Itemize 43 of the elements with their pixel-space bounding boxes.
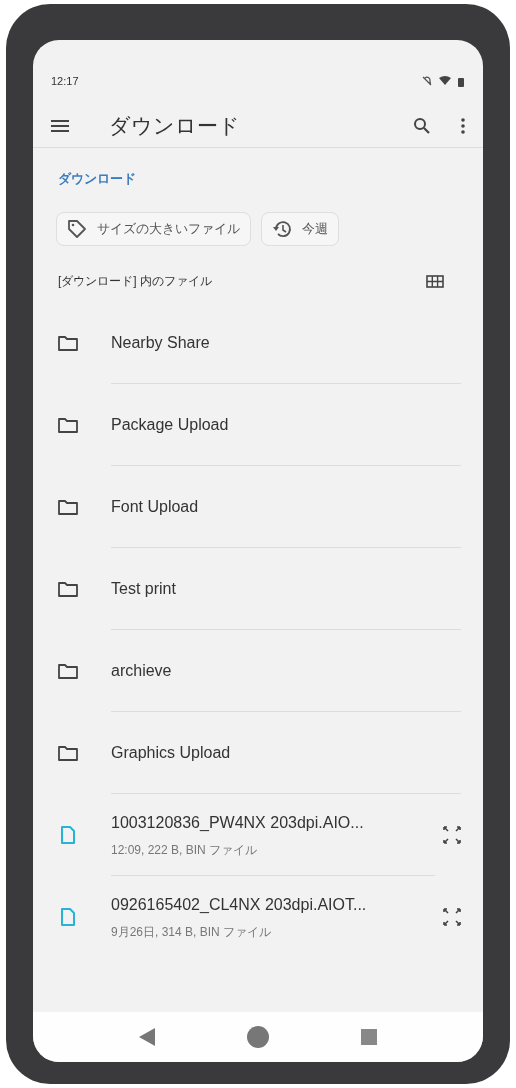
folder-row[interactable]: Package Upload <box>33 384 483 466</box>
folder-name: Test print <box>111 578 177 599</box>
folder-row[interactable]: archieve <box>33 630 483 712</box>
back-icon[interactable] <box>139 1028 155 1046</box>
search-icon[interactable] <box>413 116 431 135</box>
folder-name: Font Upload <box>111 496 200 517</box>
folder-icon <box>58 417 78 433</box>
grid-view-icon[interactable] <box>426 274 444 288</box>
expand-icon[interactable] <box>443 908 461 926</box>
section-header: [ダウンロード] 内のファイル <box>58 273 212 290</box>
file-name: 1003120836_PW4NX 203dpi.AIO... <box>111 812 365 833</box>
folder-name: Nearby Share <box>111 332 211 353</box>
folder-row[interactable]: Font Upload <box>33 466 483 548</box>
breadcrumb-link[interactable]: ダウンロード <box>58 171 136 186</box>
file-row[interactable]: 0926165402_CL4NX 203dpi.AIOT... 9月26日, 314 B, BIN ファイル <box>33 876 483 958</box>
expand-icon[interactable] <box>443 826 461 844</box>
file-details: 9月26日, 314 B, BIN ファイル <box>111 924 273 941</box>
filter-chip[interactable]: 今週 <box>261 212 339 246</box>
folder-icon <box>58 335 78 351</box>
folder-icon <box>58 499 78 515</box>
menu-icon[interactable] <box>51 118 69 133</box>
status-icons <box>421 75 465 87</box>
toolbar-title: ダウンロード <box>109 112 241 139</box>
filter-chip[interactable]: サイズの大きいファイル <box>56 212 251 246</box>
history-icon <box>272 219 292 239</box>
file-row[interactable]: 1003120836_PW4NX 203dpi.AIO... 12:09, 222 B, BIN ファイル <box>33 794 483 876</box>
file-name: 0926165402_CL4NX 203dpi.AIOT... <box>111 895 368 915</box>
folder-name: Graphics Upload <box>111 742 232 763</box>
folder-icon <box>58 663 78 679</box>
folder-icon <box>58 581 78 597</box>
folder-row[interactable]: Nearby Share <box>33 302 483 384</box>
folder-row[interactable]: Test print <box>33 548 483 630</box>
file-details: 12:09, 222 B, BIN ファイル <box>111 841 259 859</box>
more-options-icon[interactable] <box>461 117 465 134</box>
folder-name: Package Upload <box>111 414 230 435</box>
file-icon <box>61 908 75 926</box>
tag-icon <box>67 219 87 239</box>
folder-row[interactable]: Graphics Upload <box>33 712 483 794</box>
home-icon[interactable] <box>247 1026 269 1048</box>
folder-name: archieve <box>111 660 173 681</box>
folder-icon <box>58 745 78 761</box>
status-time: 12:17 <box>51 73 79 89</box>
file-icon <box>61 826 75 844</box>
